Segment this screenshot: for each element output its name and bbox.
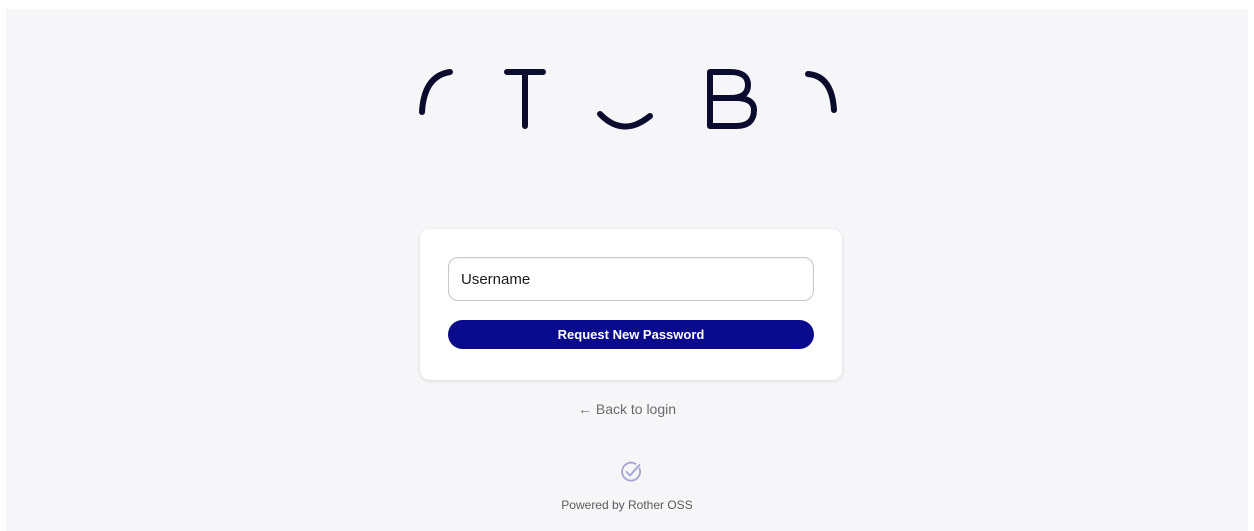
username-input[interactable] — [448, 257, 814, 301]
logo-smile — [597, 111, 653, 130]
logo-right-bracket — [805, 71, 837, 113]
logo-icon — [419, 69, 837, 130]
request-new-password-button[interactable]: Request New Password — [448, 320, 814, 349]
back-to-login-link[interactable]: ← Back to login — [0, 401, 1254, 417]
logo-left-bracket — [419, 69, 453, 115]
powered-by-text: Powered by Rother OSS — [561, 498, 693, 512]
logo-letter-t — [504, 69, 546, 129]
password-reset-card: Request New Password — [420, 229, 842, 380]
logo-letter-b — [707, 69, 757, 129]
check-circle-icon — [621, 461, 641, 482]
